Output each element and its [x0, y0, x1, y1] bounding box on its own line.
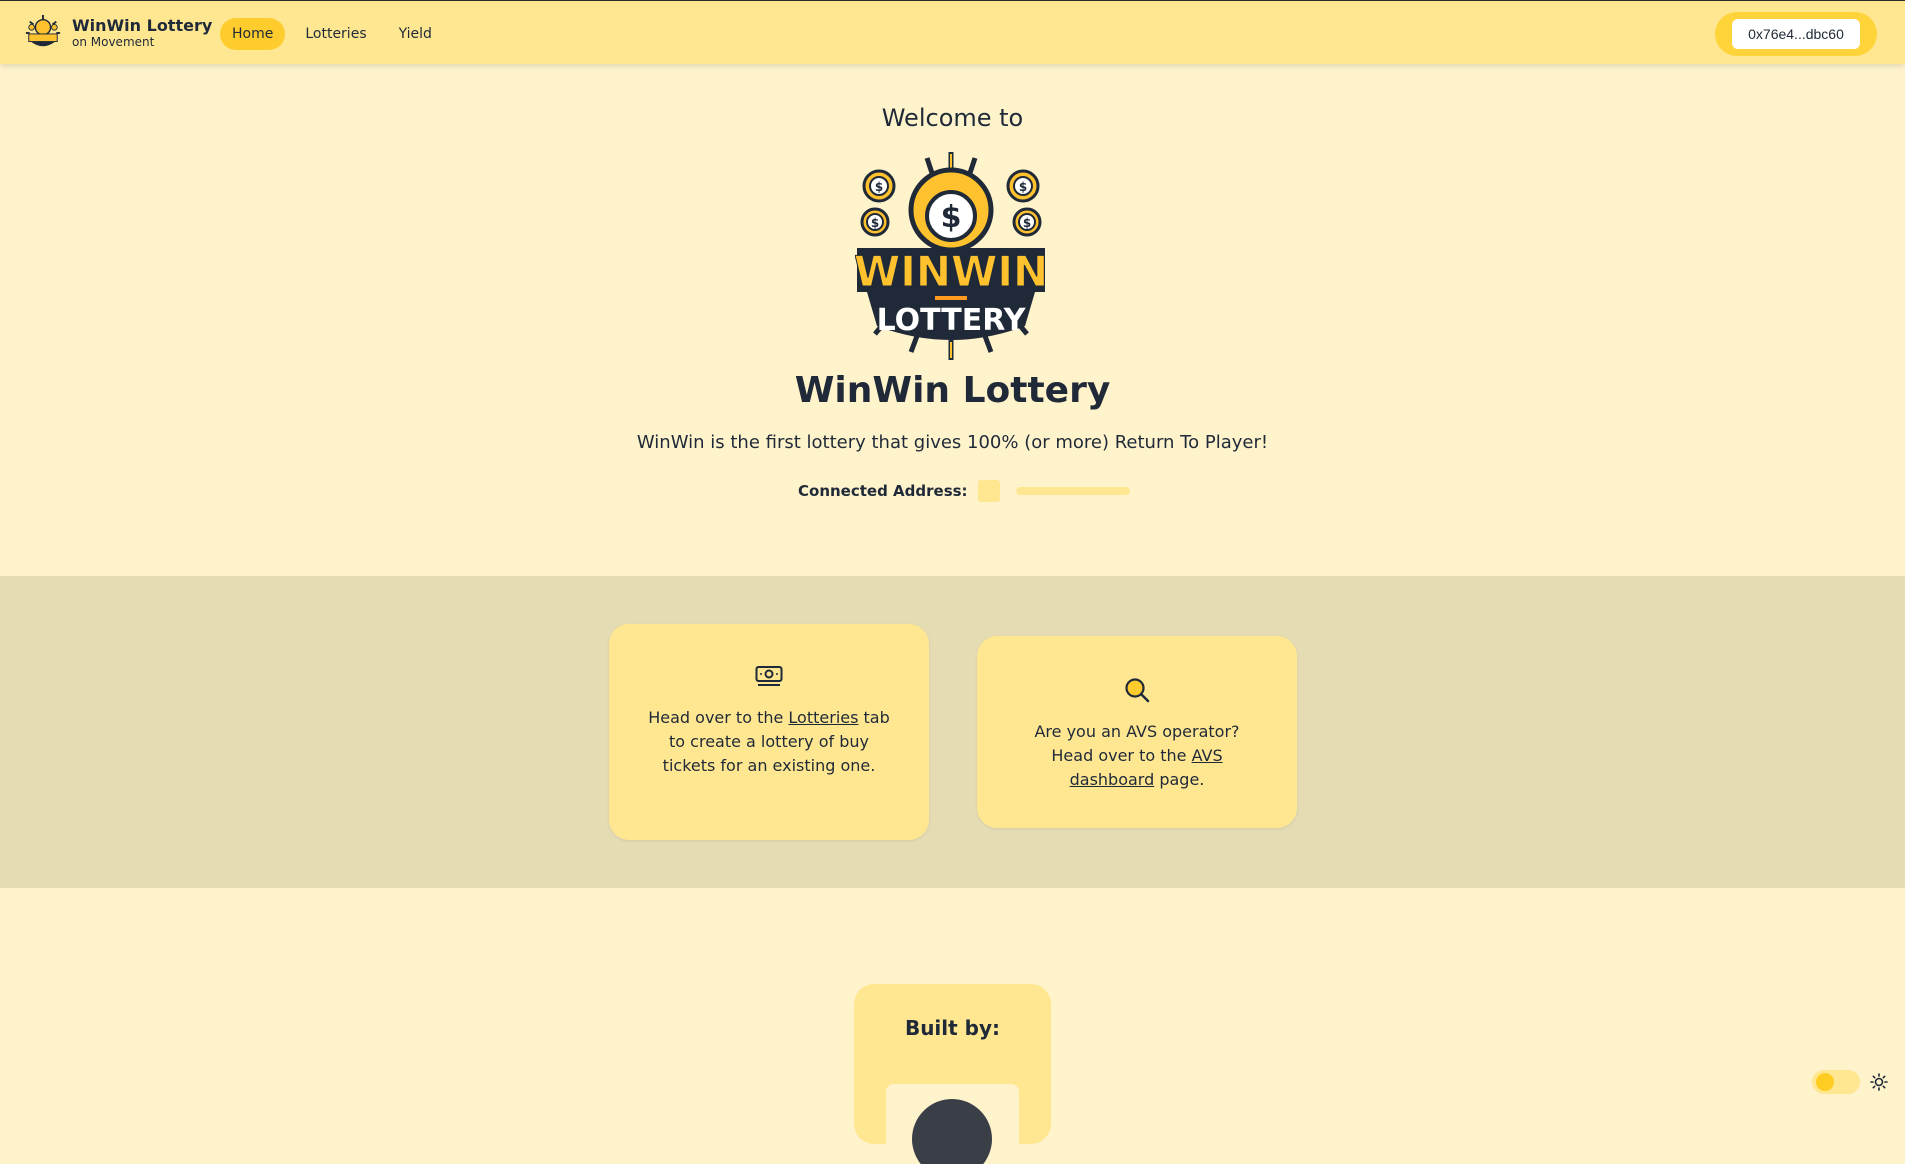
svg-text:$: $: [875, 180, 883, 194]
top-navbar: WinWin Lottery on Movement Home Lotterie…: [0, 0, 1905, 64]
svg-text:$: $: [941, 200, 962, 235]
main-nav: Home Lotteries Yield: [220, 18, 444, 50]
sun-icon[interactable]: [1870, 1073, 1888, 1091]
lotteries-info-text: Head over to the Lotteries tab to create…: [609, 706, 929, 778]
connected-address-row: Connected Address:: [798, 480, 1130, 502]
connected-address-label: Connected Address:: [798, 482, 968, 500]
built-by-card: Built by:: [854, 984, 1051, 1164]
svg-text:WINWIN: WINWIN: [855, 247, 1047, 296]
builder-avatar: [912, 1099, 992, 1164]
svg-text:LOTTERY: LOTTERY: [877, 303, 1027, 338]
nav-lotteries[interactable]: Lotteries: [293, 18, 378, 50]
address-avatar-skeleton: [977, 480, 1000, 502]
avs-info-text: Are you an AVS operator? Head over to th…: [977, 720, 1297, 792]
search-icon: [1125, 678, 1150, 703]
brand-title: WinWin Lottery: [72, 15, 213, 35]
builder-profile[interactable]: [886, 1084, 1019, 1164]
svg-text:$: $: [871, 216, 879, 230]
brand-subtitle: on Movement: [72, 34, 155, 49]
winwin-logo-icon: [25, 14, 61, 47]
theme-toggle[interactable]: [1812, 1070, 1860, 1094]
address-text-skeleton: [1015, 487, 1130, 495]
hero-title: WinWin Lottery: [794, 370, 1111, 411]
welcome-text: Welcome to: [881, 104, 1024, 132]
winwin-lottery-logo-icon: $ $ $ $ $ WINWIN LOTTERY: [855, 152, 1047, 360]
card-text-after: page.: [1154, 770, 1205, 789]
wallet-container: 0x76e4...dbc60: [1715, 12, 1877, 56]
nav-home[interactable]: Home: [220, 18, 286, 50]
card-text-before: Head over to the: [648, 708, 789, 727]
svg-text:$: $: [1023, 216, 1031, 230]
svg-text:$: $: [1019, 180, 1027, 194]
wallet-address-button[interactable]: 0x76e4...dbc60: [1732, 19, 1860, 49]
built-by-title: Built by:: [904, 1016, 1001, 1040]
info-band: Head over to the Lotteries tab to create…: [0, 576, 1905, 888]
brand[interactable]: WinWin Lottery on Movement: [24, 14, 212, 52]
lotteries-info-card: Head over to the Lotteries tab to create…: [609, 624, 929, 840]
banknote-icon: [755, 666, 783, 686]
nav-yield[interactable]: Yield: [387, 18, 444, 50]
lotteries-link[interactable]: Lotteries: [788, 708, 858, 727]
hero-tagline: WinWin is the first lottery that gives 1…: [636, 432, 1269, 453]
hero-section: Welcome to $ $ $ $ $ WINWIN LOTTERY WinW…: [0, 64, 1905, 576]
avs-info-card: Are you an AVS operator? Head over to th…: [977, 636, 1297, 828]
theme-toggle-knob: [1816, 1073, 1834, 1091]
